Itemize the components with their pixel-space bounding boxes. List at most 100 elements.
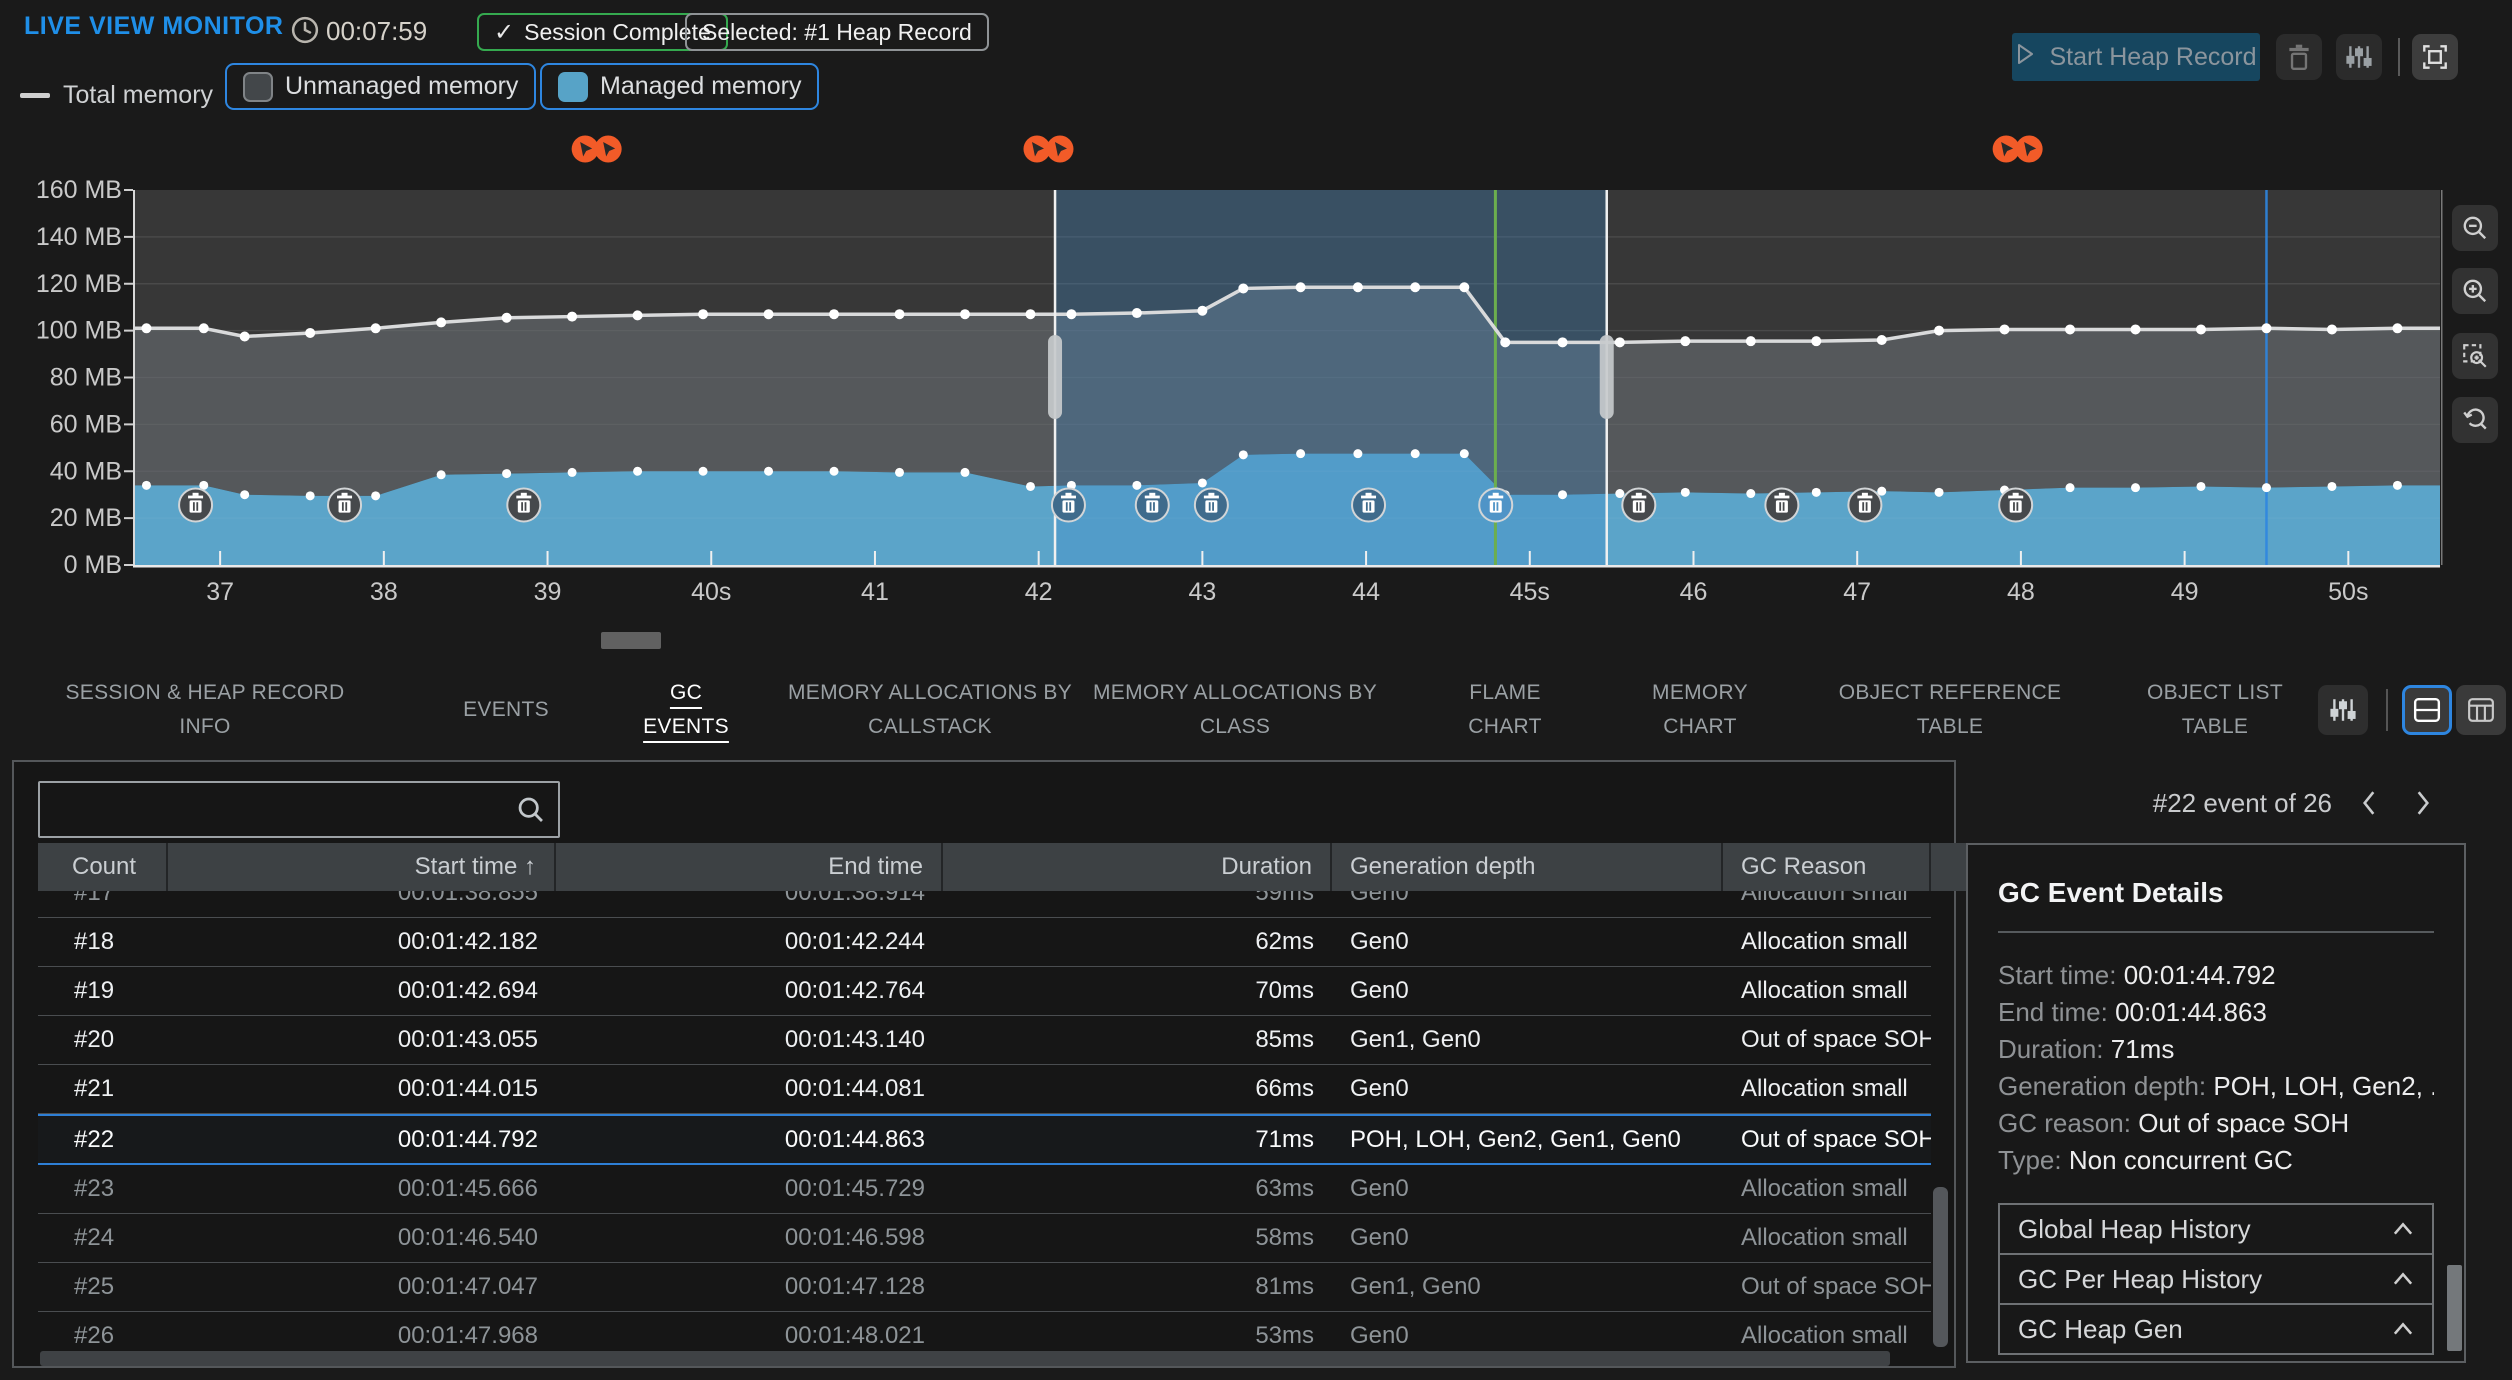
tab-alloc-class[interactable]: MEMORY ALLOCATIONS BY CLASS <box>1085 668 1385 752</box>
accordion-gc-per-heap-history[interactable]: GC Per Heap History <box>1998 1253 2434 1305</box>
gc-event-marker[interactable] <box>328 489 361 522</box>
y-axis-label: 140 MB <box>36 223 122 251</box>
accordion-global-heap-history[interactable]: Global Heap History <box>1998 1203 2434 1255</box>
gc-event-marker-selected[interactable] <box>1479 489 1512 522</box>
detail-value: 00:01:44.863 <box>2115 997 2267 1027</box>
table-row-gc-event-22[interactable]: #2200:01:44.79200:01:44.86371msPOH, LOH,… <box>38 1114 1931 1165</box>
sliders-icon <box>2329 696 2357 724</box>
table-row-gc-event-18[interactable]: #1800:01:42.18200:01:42.24462msGen0Alloc… <box>38 918 1931 967</box>
detail-field: Type: Non concurrent GC <box>1998 1142 2434 1179</box>
delete-button[interactable] <box>2276 34 2322 80</box>
x-axis-label: 49 <box>2171 578 2199 606</box>
column-header-generation-depth[interactable]: Generation depth <box>1332 843 1723 891</box>
table-row-gc-event-19[interactable]: #1900:01:42.69400:01:42.76470msGen0Alloc… <box>38 967 1931 1016</box>
gc-event-marker[interactable] <box>1052 489 1085 522</box>
gc-event-marker[interactable] <box>507 489 540 522</box>
zoom-in-icon <box>2461 277 2489 305</box>
record-marker-icon[interactable] <box>595 136 622 163</box>
zoom-to-selection-button[interactable] <box>2452 333 2498 379</box>
cell-end: 00:01:44.081 <box>556 1075 943 1103</box>
record-marker-icon[interactable] <box>572 136 599 163</box>
gc-event-marker[interactable] <box>1765 489 1798 522</box>
cell-end: 00:01:38.914 <box>556 891 943 907</box>
table-horizontal-scrollbar[interactable] <box>40 1351 1890 1366</box>
gc-event-marker[interactable] <box>1999 489 2032 522</box>
bottom-tab-bar: SESSION & HEAP RECORD INFO EVENTS GC EVENT… <box>0 668 2512 756</box>
record-marker-icon[interactable] <box>1023 136 1050 163</box>
legend-toggle-unmanaged-memory[interactable]: Unmanaged memory <box>225 63 536 110</box>
column-header-duration[interactable]: Duration <box>943 843 1332 891</box>
zoom-in-button[interactable] <box>2452 268 2498 314</box>
record-marker-icon[interactable] <box>1046 136 1073 163</box>
detail-field: Generation depth: POH, LOH, Gen2, ... <box>1998 1068 2434 1105</box>
cell-generation: Gen0 <box>1332 1224 1723 1252</box>
cell-duration: 53ms <box>943 1322 1332 1350</box>
details-title: GC Event Details <box>1998 877 2434 909</box>
detail-value: Out of space SOH <box>2138 1108 2349 1138</box>
cell-reason: Allocation small <box>1723 891 1931 907</box>
scrollbar-thumb[interactable] <box>1933 1187 1948 1347</box>
detail-label: Start time: <box>1998 960 2116 990</box>
cell-count: #20 <box>38 1026 168 1054</box>
tab-alloc-callstack[interactable]: MEMORY ALLOCATIONS BY CALLSTACK <box>780 668 1080 752</box>
tab-gc-events[interactable]: GC EVENTS <box>646 668 726 752</box>
table-row-gc-event-23[interactable]: #2300:01:45.66600:01:45.72963msGen0Alloc… <box>38 1165 1931 1214</box>
table-search-box[interactable] <box>38 781 560 838</box>
column-header-count[interactable]: Count <box>38 843 168 891</box>
column-header-gc-reason[interactable]: GC Reason <box>1723 843 1931 891</box>
tab-object-reference-table[interactable]: OBJECT REFERENCE TABLE <box>1830 668 2070 752</box>
table-row-gc-event-21[interactable]: #2100:01:44.01500:01:44.08166msGen0Alloc… <box>38 1065 1931 1114</box>
column-header-end-time[interactable]: End time <box>556 843 943 891</box>
chart-scrollbar-thumb[interactable] <box>601 632 661 649</box>
chart-settings-button[interactable] <box>2336 34 2382 80</box>
x-axis-label: 41 <box>861 578 889 606</box>
legend-toggle-managed-memory[interactable]: Managed memory <box>540 63 819 110</box>
next-event-button[interactable] <box>2406 786 2440 820</box>
gc-event-marker[interactable] <box>179 489 212 522</box>
accordion-gc-heap-gen[interactable]: GC Heap Gen <box>1998 1303 2434 1355</box>
details-fields: Start time: 00:01:44.792End time: 00:01:… <box>1998 957 2434 1179</box>
table-row-gc-event-20[interactable]: #2000:01:43.05500:01:43.14085msGen1, Gen… <box>38 1016 1931 1065</box>
tab-flame-chart[interactable]: FLAME CHART <box>1455 668 1555 752</box>
legend-managed-label: Managed memory <box>600 72 801 101</box>
tab-object-list-table[interactable]: OBJECT LIST TABLE <box>2125 668 2305 752</box>
selection-handle[interactable] <box>1048 335 1062 419</box>
column-header-start-time[interactable]: Start time ↑ <box>168 843 556 891</box>
x-axis-label: 42 <box>1025 578 1053 606</box>
table-row-gc-event-17[interactable]: #1700:01:38.85500:01:38.91459msGen0Alloc… <box>38 891 1931 918</box>
gc-event-marker[interactable] <box>1848 489 1881 522</box>
table-row-gc-event-26[interactable]: #2600:01:47.96800:01:48.02153msGen0Alloc… <box>38 1312 1931 1350</box>
previous-event-button[interactable] <box>2352 786 2386 820</box>
gc-event-marker[interactable] <box>1352 489 1385 522</box>
reset-zoom-button[interactable] <box>2452 397 2498 443</box>
record-marker-icon[interactable] <box>1993 136 2020 163</box>
tab-memory-chart[interactable]: MEMORY CHART <box>1645 668 1755 752</box>
detail-value: 00:01:44.792 <box>2124 960 2276 990</box>
detail-value: 71ms <box>2111 1034 2175 1064</box>
gc-event-marker[interactable] <box>1622 489 1655 522</box>
start-heap-record-button[interactable]: Start Heap Record <box>2012 33 2260 81</box>
table-row-gc-event-24[interactable]: #2400:01:46.54000:01:46.59858msGen0Alloc… <box>38 1214 1931 1263</box>
fullscreen-button[interactable] <box>2412 34 2458 80</box>
record-marker-icon[interactable] <box>2016 136 2043 163</box>
accordion-label: GC Per Heap History <box>2018 1264 2262 1295</box>
gc-event-marker[interactable] <box>1195 489 1228 522</box>
zoom-out-button[interactable] <box>2452 205 2498 251</box>
table-vertical-scrollbar[interactable] <box>1933 891 1948 1350</box>
check-icon: ✓ <box>494 18 514 47</box>
tab-session-info[interactable]: SESSION & HEAP RECORD INFO <box>50 668 360 752</box>
x-axis-label: 39 <box>534 578 562 606</box>
search-input[interactable] <box>52 794 516 825</box>
table-settings-button[interactable] <box>2318 685 2368 735</box>
layout-split-columns-button[interactable] <box>2456 685 2506 735</box>
detail-value: Non concurrent GC <box>2069 1145 2293 1175</box>
selection-handle[interactable] <box>1600 335 1614 419</box>
layout-split-horizontal-button[interactable] <box>2402 685 2452 735</box>
gc-event-marker[interactable] <box>1136 489 1169 522</box>
cell-start: 00:01:42.182 <box>168 928 556 956</box>
tab-events[interactable]: EVENTS <box>436 668 576 752</box>
details-scrollbar-thumb[interactable] <box>2447 1265 2462 1351</box>
memory-timeline-chart[interactable]: 0 MB20 MB40 MB60 MB80 MB100 MB120 MB140 … <box>0 130 2512 680</box>
table-row-gc-event-25[interactable]: #2500:01:47.04700:01:47.12881msGen1, Gen… <box>38 1263 1931 1312</box>
y-axis-label: 20 MB <box>50 504 122 532</box>
